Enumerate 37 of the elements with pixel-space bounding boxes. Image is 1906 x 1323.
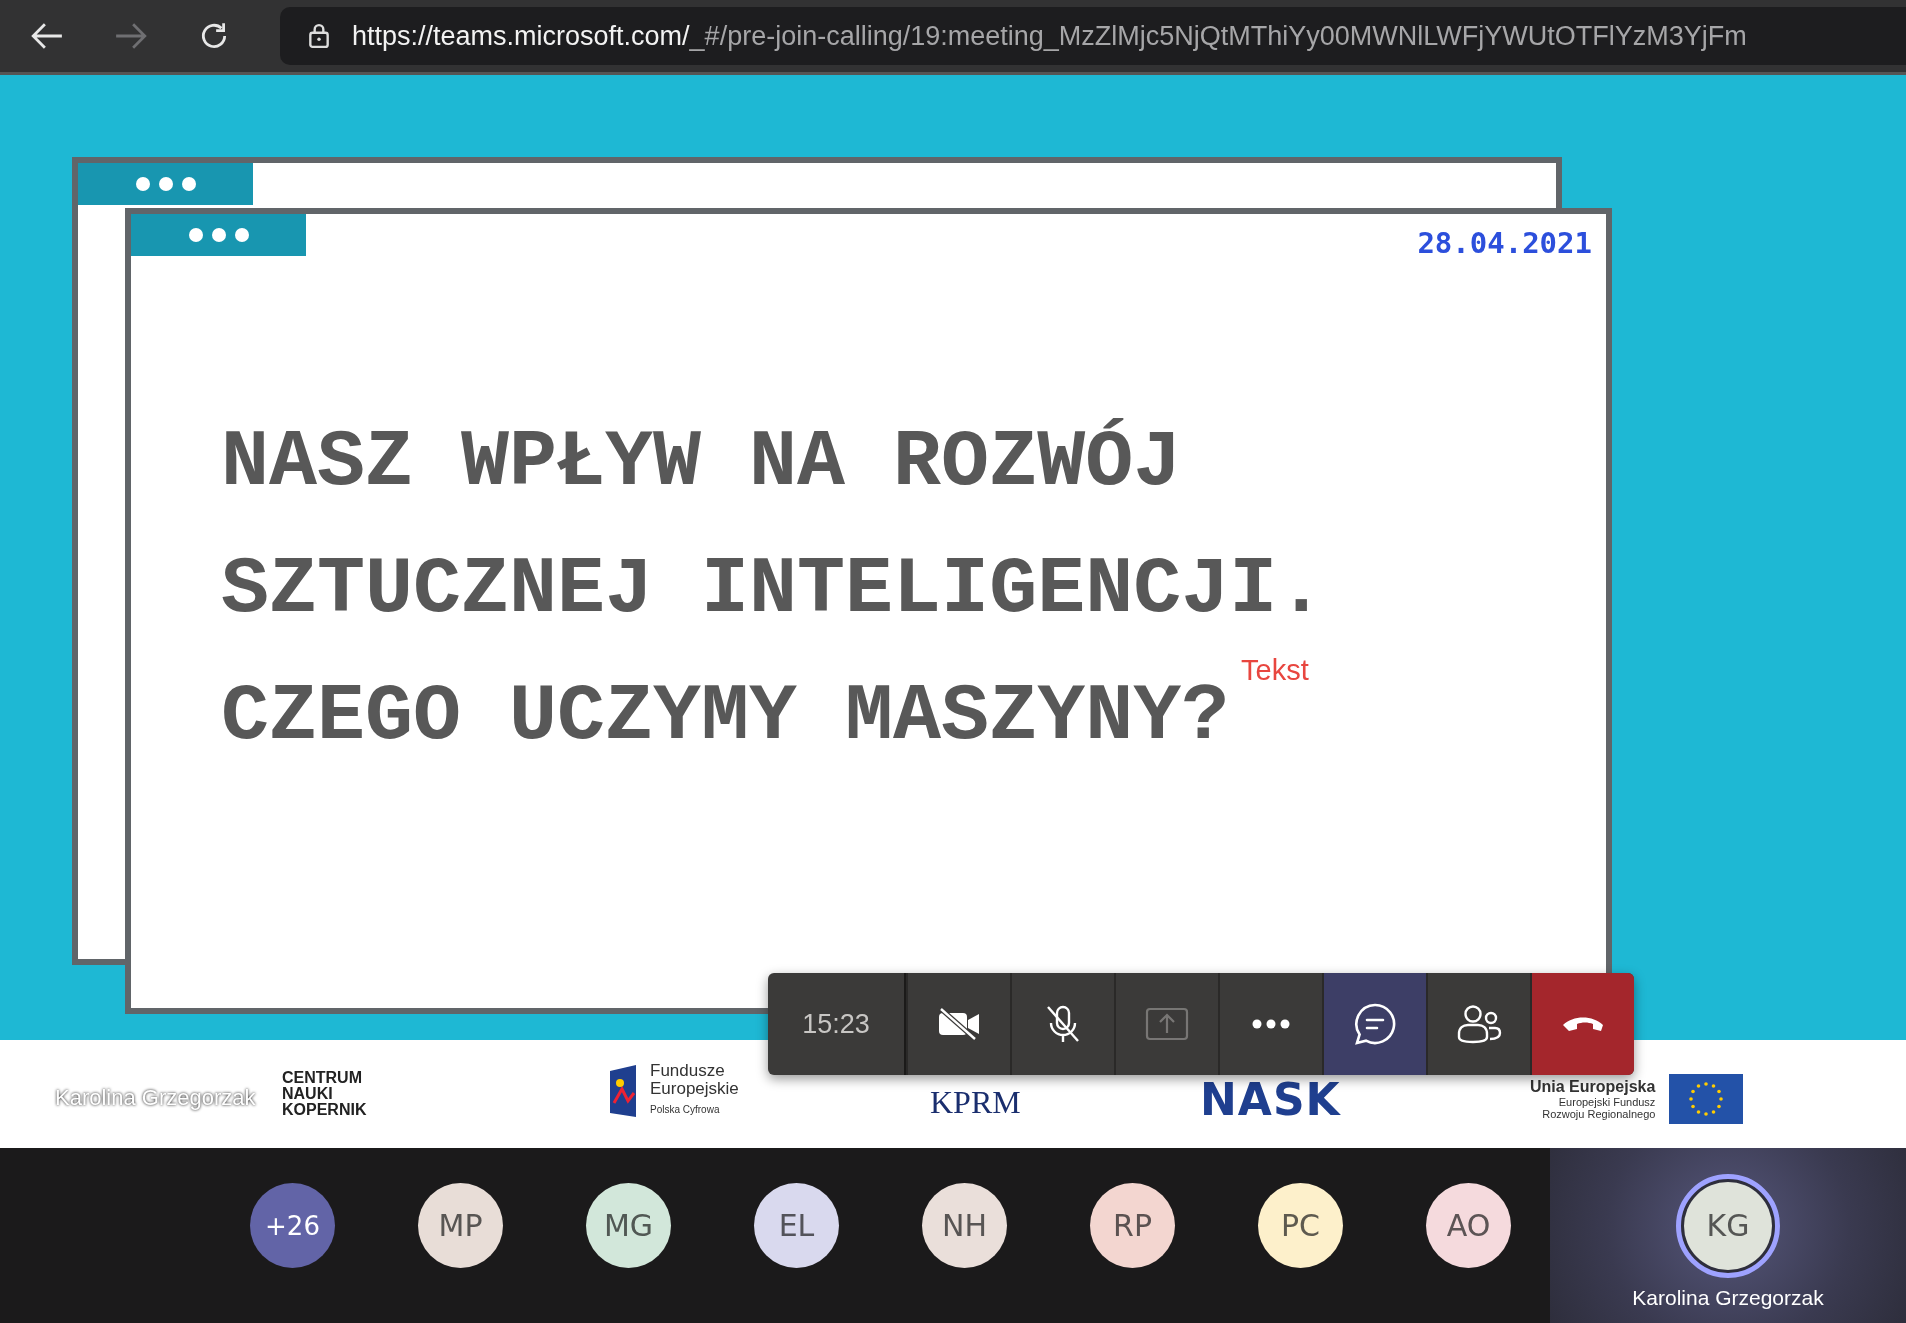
logo-text: KPRM bbox=[930, 1084, 1021, 1121]
self-avatar: KG bbox=[1684, 1181, 1772, 1270]
participant-avatar[interactable]: MP bbox=[418, 1183, 503, 1268]
logo-text: CENTRUM NAUKI KOPERNIK bbox=[282, 1070, 367, 1118]
logo-text: Fundusze Europejskie Polska Cyfrowa bbox=[650, 1062, 739, 1117]
chat-bubble-icon bbox=[1353, 1002, 1397, 1046]
presenter-name: Karolina Grzegorzak bbox=[55, 1085, 256, 1111]
mic-button[interactable] bbox=[1010, 973, 1114, 1075]
lock-icon bbox=[308, 23, 330, 49]
more-participants-badge[interactable]: +26 bbox=[250, 1183, 335, 1268]
participant-avatar[interactable]: NH bbox=[922, 1183, 1007, 1268]
forward-icon[interactable] bbox=[114, 21, 148, 51]
participant-name: Karolina Grzegorzak bbox=[1632, 1285, 1824, 1310]
camera-button[interactable] bbox=[906, 973, 1010, 1075]
hangup-button[interactable] bbox=[1530, 973, 1634, 1075]
logo-text: NASK bbox=[1200, 1074, 1341, 1125]
more-icon bbox=[1251, 1018, 1291, 1030]
address-bar[interactable]: https://teams.microsoft.com/_#/pre-join-calling/19:meeting_MzZlMjc5NjQtMThiYy00MWNlLWFjYWUtOTFlYzM3YjFm bbox=[280, 7, 1906, 65]
back-icon[interactable] bbox=[30, 21, 64, 51]
slide-title-line: NASZ WPŁYW NA ROZWÓJ bbox=[221, 416, 1182, 510]
participant-avatar[interactable]: RP bbox=[1090, 1183, 1175, 1268]
logo-text: Unia Europejska Europejski Fundusz Rozwoju Regionalnego bbox=[1530, 1078, 1656, 1120]
participant-avatar[interactable]: AO bbox=[1426, 1183, 1511, 1268]
slide-title-line: CZEGO UCZYMY MASZYNY? bbox=[221, 670, 1230, 764]
participant-avatar[interactable]: MG bbox=[586, 1183, 671, 1268]
share-screen-icon bbox=[1145, 1007, 1189, 1041]
flag-logo-icon bbox=[608, 1062, 638, 1119]
participant-avatar[interactable]: PC bbox=[1258, 1183, 1343, 1268]
eu-flag-icon bbox=[1669, 1074, 1744, 1124]
people-icon bbox=[1456, 1004, 1502, 1044]
people-button[interactable] bbox=[1426, 973, 1530, 1075]
annotation-text: Tekst bbox=[1241, 654, 1309, 687]
chat-button[interactable] bbox=[1322, 973, 1426, 1075]
slide-title-line: SZTUCZNEJ INTELIGENCJI. bbox=[221, 543, 1326, 637]
participant-avatar[interactable]: EL bbox=[754, 1183, 839, 1268]
slide-date: 28.04.2021 bbox=[1417, 226, 1592, 260]
camera-off-icon bbox=[937, 1007, 981, 1041]
